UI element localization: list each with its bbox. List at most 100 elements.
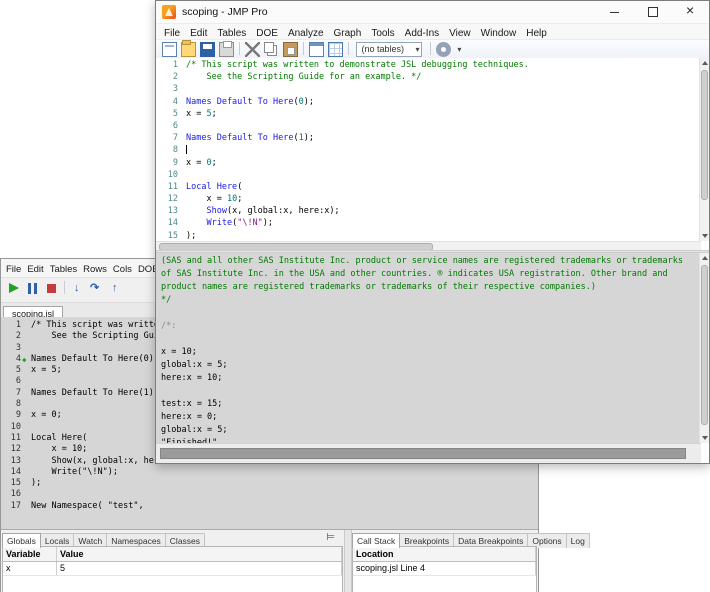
menu-view[interactable]: View (444, 26, 476, 41)
menu-cols[interactable]: Cols (110, 261, 135, 279)
paste-icon[interactable] (283, 42, 298, 57)
new-script-icon[interactable] (162, 42, 177, 57)
menu-edit[interactable]: Edit (185, 26, 212, 41)
scroll-up-button[interactable] (700, 58, 709, 68)
scroll-thumb[interactable] (701, 70, 708, 200)
save-icon[interactable] (200, 42, 215, 57)
menu-add-ins[interactable]: Add-Ins (400, 26, 444, 41)
journal-icon[interactable] (309, 42, 324, 57)
triangle-down-icon (702, 234, 708, 238)
minimize-icon[interactable] (595, 1, 633, 22)
code-text: New Namespace( "test", (31, 501, 144, 511)
scroll-thumb[interactable] (701, 265, 708, 425)
tab-call-stack[interactable]: Call Stack (352, 533, 400, 548)
title-bar[interactable]: scoping - JMP Pro (156, 1, 709, 24)
tab-globals[interactable]: Globals (2, 533, 41, 548)
line-number: 3 (1, 343, 21, 354)
log-line (161, 385, 701, 398)
column-header-location[interactable]: Location (353, 547, 536, 561)
variables-panel: GlobalsLocalsWatchNamespacesClasses ⊨ Va… (2, 531, 343, 592)
menu-tables[interactable]: Tables (212, 26, 251, 41)
code-line: 9x = 0; (156, 157, 701, 169)
menu-doe[interactable]: DOE (251, 26, 283, 41)
menu-help[interactable]: Help (521, 26, 552, 41)
menu-analyze[interactable]: Analyze (283, 26, 329, 41)
panel-splitter[interactable] (344, 530, 352, 592)
code-line: 10 (156, 169, 701, 181)
table-row[interactable]: scoping.jsl Line 4 (353, 562, 536, 576)
code-line: 13 Show(x, global:x, here:x); (156, 205, 701, 217)
triangle-down-icon (702, 436, 708, 440)
menu-file[interactable]: File (159, 26, 185, 41)
line-number: 15 (1, 478, 21, 489)
menu-tables[interactable]: Tables (47, 261, 80, 279)
line-number: 8 (1, 399, 21, 410)
scroll-up-button[interactable] (700, 253, 709, 263)
menu-file[interactable]: File (3, 261, 24, 279)
code-token: x = (186, 194, 227, 204)
copy-icon[interactable] (264, 42, 274, 53)
code-line: 12 x = 10; (156, 193, 701, 205)
code-token: ); (186, 231, 196, 241)
open-icon[interactable] (181, 42, 196, 57)
auto-hide-pin-icon[interactable]: ⊨ (326, 532, 335, 543)
step-into-icon[interactable] (70, 281, 85, 296)
code-token: Names Default To Here (186, 97, 293, 107)
editor-horizontal-scrollbar[interactable] (156, 241, 701, 250)
editor-vertical-scrollbar[interactable] (699, 58, 709, 241)
jmp-app-icon (162, 5, 176, 19)
column-header-variable[interactable]: Variable (3, 547, 57, 561)
menu-rows[interactable]: Rows (80, 261, 110, 279)
menu-graph[interactable]: Graph (329, 26, 367, 41)
line-number: 11 (156, 181, 178, 193)
scroll-thumb[interactable] (160, 448, 686, 459)
code-line: 16 (1, 489, 538, 500)
menu-tools[interactable]: Tools (366, 26, 399, 41)
line-number: 16 (1, 489, 21, 500)
customize-icon[interactable] (436, 42, 451, 57)
tables-dropdown-value: (no tables) (361, 44, 404, 54)
line-number: 13 (1, 456, 21, 467)
code-text: Write("\!N"); (186, 218, 273, 228)
log-pane[interactable]: (SAS and all other SAS Institute Inc. pr… (156, 253, 701, 443)
code-text: /* This script was written to demonstrat… (186, 60, 529, 70)
resume-icon[interactable] (6, 281, 21, 296)
table-cell: x (3, 562, 57, 575)
log-horizontal-scrollbar[interactable] (156, 443, 701, 463)
line-number: 14 (156, 217, 178, 229)
stop-icon[interactable] (44, 281, 59, 296)
code-text: Names Default To Here(0); (186, 97, 314, 107)
callstack-panel: Call StackBreakpointsData BreakpointsOpt… (352, 531, 537, 592)
chevron-down-icon[interactable]: ▾ (457, 45, 461, 54)
step-out-icon[interactable] (108, 281, 123, 296)
tab-log[interactable]: Log (566, 533, 590, 548)
script-editor[interactable]: 1/* This script was written to demonstra… (156, 58, 701, 241)
code-text: x = 0; (186, 158, 217, 168)
close-icon[interactable] (671, 1, 709, 22)
pause-icon[interactable] (25, 281, 40, 296)
step-over-icon[interactable] (89, 281, 104, 296)
log-vertical-scrollbar[interactable] (699, 253, 709, 443)
tables-dropdown[interactable]: (no tables) ▾ (356, 42, 422, 57)
code-text: x = 10; (31, 444, 87, 454)
code-text (186, 145, 187, 155)
cut-icon[interactable] (245, 42, 260, 57)
code-token: Names Default To Here(1); (31, 388, 159, 398)
maximize-icon[interactable] (633, 1, 671, 22)
code-text: x = 5; (31, 365, 62, 375)
scroll-down-button[interactable] (700, 433, 709, 443)
toolbar-right-group (427, 41, 453, 58)
code-token: x = 0; (31, 410, 62, 420)
code-text: Names Default To Here(1); (186, 133, 314, 143)
window-controls (595, 1, 709, 22)
desktop: FileEditTablesRowsColsDOE scoping.jsl 1/… (0, 0, 710, 592)
column-header-value[interactable]: Value (57, 547, 342, 561)
print-icon[interactable] (219, 42, 234, 57)
scroll-down-button[interactable] (700, 231, 709, 241)
data-table-icon[interactable] (328, 42, 343, 57)
menu-edit[interactable]: Edit (24, 261, 46, 279)
table-row[interactable]: x5 (3, 562, 342, 576)
code-text: Write("\!N"); (31, 467, 118, 477)
log-line: */ (161, 294, 701, 307)
menu-window[interactable]: Window (476, 26, 522, 41)
